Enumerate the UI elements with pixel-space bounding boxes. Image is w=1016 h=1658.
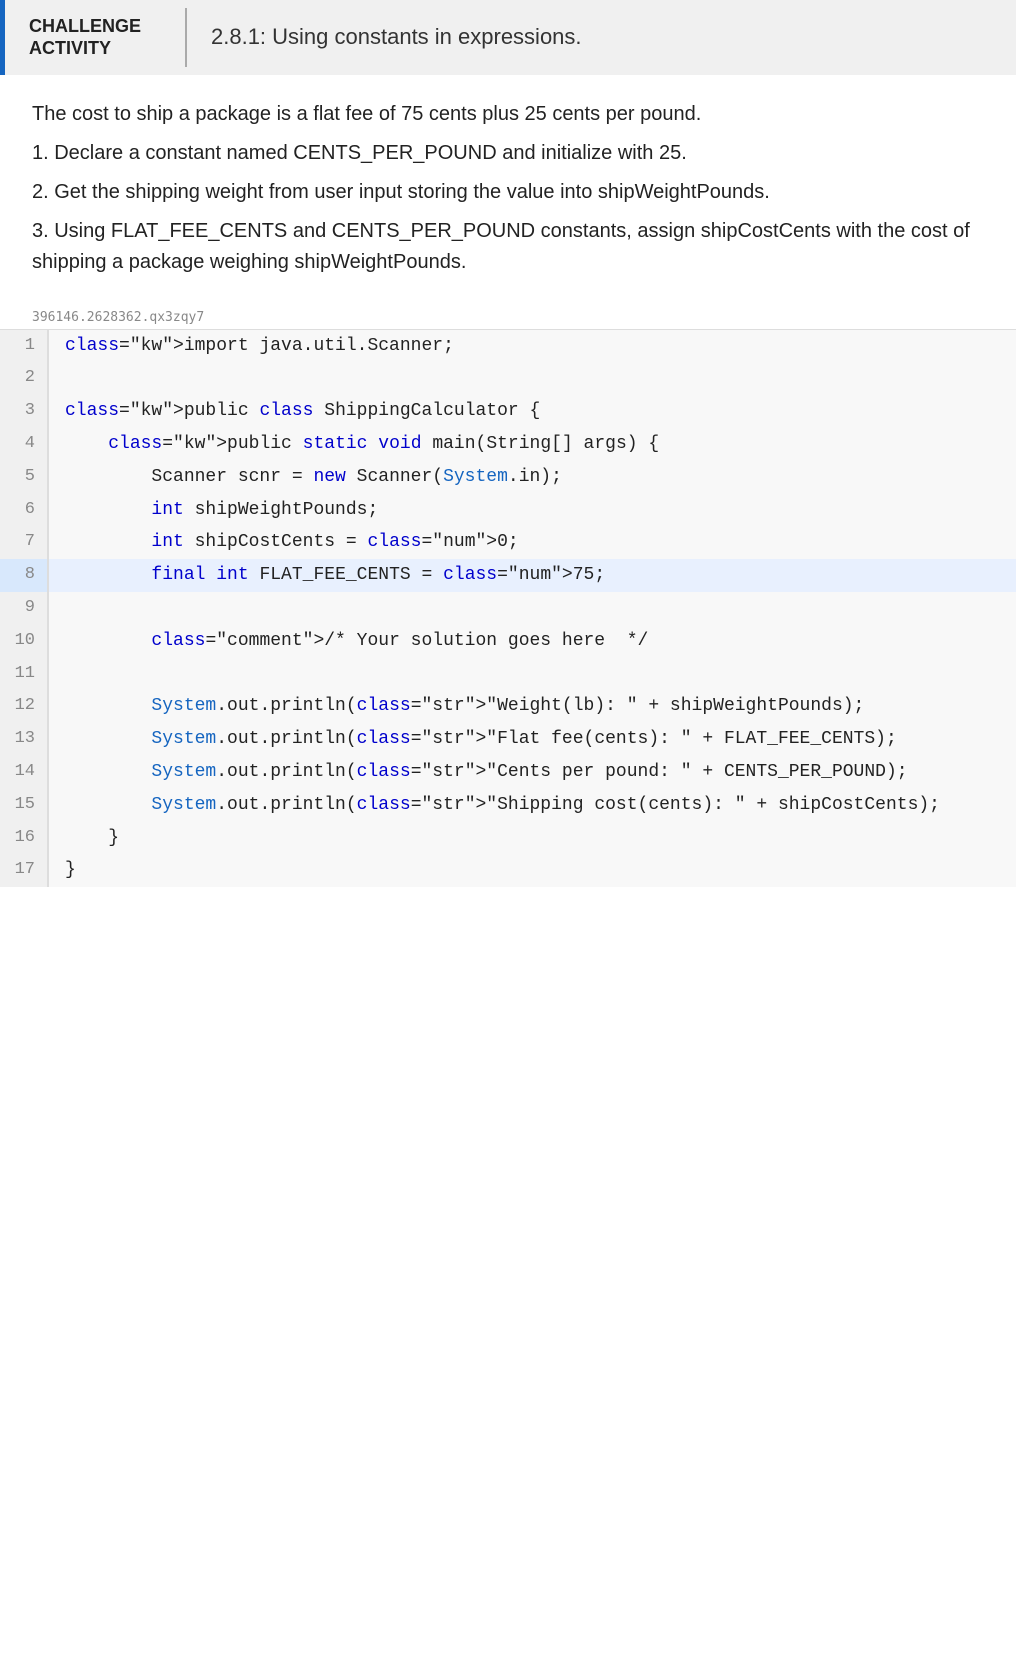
line-content [48, 362, 1016, 395]
line-number: 5 [0, 461, 48, 494]
line-number: 16 [0, 822, 48, 855]
challenge-label-subtitle: ACTIVITY [29, 38, 161, 59]
line-number: 11 [0, 658, 48, 691]
code-row: 11 [0, 658, 1016, 691]
line-content: System.out.println(class="str">"Cents pe… [48, 756, 1016, 789]
code-row: 5 Scanner scnr = new Scanner(System.in); [0, 461, 1016, 494]
challenge-title: 2.8.1: Using constants in expressions. [187, 0, 606, 75]
code-row: 12 System.out.println(class="str">"Weigh… [0, 690, 1016, 723]
description-intro: The cost to ship a package is a flat fee… [32, 99, 984, 130]
code-row: 9 [0, 592, 1016, 625]
line-content: final int FLAT_FEE_CENTS = class="num">7… [48, 559, 1016, 592]
code-row: 3class="kw">public class ShippingCalcula… [0, 395, 1016, 428]
code-row: 10 class="comment">/* Your solution goes… [0, 625, 1016, 658]
code-row: 1class="kw">import java.util.Scanner; [0, 330, 1016, 363]
code-row: 2 [0, 362, 1016, 395]
code-row: 14 System.out.println(class="str">"Cents… [0, 756, 1016, 789]
line-content: int shipWeightPounds; [48, 494, 1016, 527]
line-content: } [48, 854, 1016, 887]
code-row: 15 System.out.println(class="str">"Shipp… [0, 789, 1016, 822]
page-container: CHALLENGE ACTIVITY 2.8.1: Using constant… [0, 0, 1016, 1658]
description-block: The cost to ship a package is a flat fee… [0, 99, 1016, 302]
line-number: 12 [0, 690, 48, 723]
line-number: 8 [0, 559, 48, 592]
line-content: class="kw">import java.util.Scanner; [48, 330, 1016, 363]
code-row: 6 int shipWeightPounds; [0, 494, 1016, 527]
line-number: 4 [0, 428, 48, 461]
file-label: 396146.2628362.qx3zqy7 [0, 302, 1016, 329]
code-block: 1class="kw">import java.util.Scanner;2 3… [0, 329, 1016, 888]
line-number: 13 [0, 723, 48, 756]
line-content: class="kw">public class ShippingCalculat… [48, 395, 1016, 428]
line-content: } [48, 822, 1016, 855]
line-content: int shipCostCents = class="num">0; [48, 526, 1016, 559]
line-content [48, 592, 1016, 625]
line-number: 2 [0, 362, 48, 395]
line-number: 17 [0, 854, 48, 887]
description-step1: 1. Declare a constant named CENTS_PER_PO… [32, 138, 984, 169]
line-content: System.out.println(class="str">"Weight(l… [48, 690, 1016, 723]
code-row: 7 int shipCostCents = class="num">0; [0, 526, 1016, 559]
challenge-label-title: CHALLENGE [29, 16, 161, 38]
code-row: 4 class="kw">public static void main(Str… [0, 428, 1016, 461]
code-table: 1class="kw">import java.util.Scanner;2 3… [0, 330, 1016, 888]
code-row: 16 } [0, 822, 1016, 855]
description-step2: 2. Get the shipping weight from user inp… [32, 177, 984, 208]
line-number: 3 [0, 395, 48, 428]
code-row: 17} [0, 854, 1016, 887]
line-content: class="kw">public static void main(Strin… [48, 428, 1016, 461]
challenge-label: CHALLENGE ACTIVITY [5, 0, 185, 75]
code-row: 8 final int FLAT_FEE_CENTS = class="num"… [0, 559, 1016, 592]
description-step3: 3. Using FLAT_FEE_CENTS and CENTS_PER_PO… [32, 216, 984, 278]
bottom-padding [0, 887, 1016, 927]
line-content: class="comment">/* Your solution goes he… [48, 625, 1016, 658]
line-content: System.out.println(class="str">"Flat fee… [48, 723, 1016, 756]
line-number: 1 [0, 330, 48, 363]
line-number: 9 [0, 592, 48, 625]
line-number: 15 [0, 789, 48, 822]
line-content: Scanner scnr = new Scanner(System.in); [48, 461, 1016, 494]
line-content [48, 658, 1016, 691]
line-content: System.out.println(class="str">"Shipping… [48, 789, 1016, 822]
challenge-header: CHALLENGE ACTIVITY 2.8.1: Using constant… [0, 0, 1016, 75]
line-number: 6 [0, 494, 48, 527]
line-number: 10 [0, 625, 48, 658]
line-number: 7 [0, 526, 48, 559]
code-row: 13 System.out.println(class="str">"Flat … [0, 723, 1016, 756]
line-number: 14 [0, 756, 48, 789]
